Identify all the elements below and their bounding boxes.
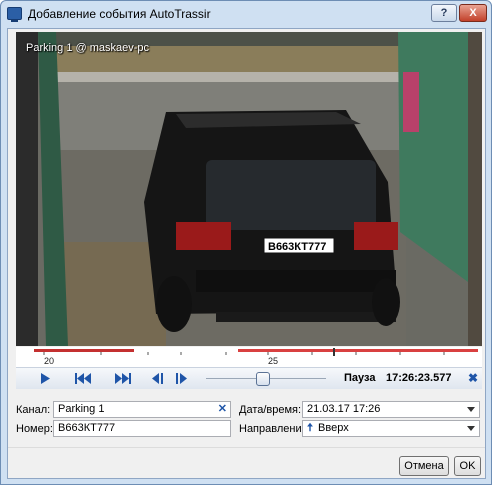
- clear-icon[interactable]: ✕: [218, 402, 227, 417]
- arrow-up-icon: 🠅: [307, 422, 314, 434]
- close-player-button[interactable]: ✖: [466, 371, 480, 385]
- timeline-bar[interactable]: 20 25: [16, 347, 482, 367]
- direction-label: Направление:: [239, 423, 311, 435]
- cancel-button[interactable]: Отмена: [399, 456, 449, 476]
- seek-slider-thumb[interactable]: [256, 372, 270, 386]
- datetime-dropdown[interactable]: 21.03.17 17:26: [302, 401, 480, 418]
- step-back-button[interactable]: [146, 371, 168, 387]
- play-button[interactable]: [34, 371, 56, 387]
- playback-controls: Пауза 17:26:23.577 ✖: [16, 367, 482, 389]
- button-bar: Отмена OK: [8, 447, 485, 478]
- chevron-down-icon: [467, 426, 475, 431]
- number-value: В663КТ777: [58, 422, 116, 434]
- dialog-window: Добавление события AutoTrassir ? X В663К…: [0, 0, 492, 485]
- skip-to-end-icon: [115, 373, 131, 384]
- channel-label: Канал:: [16, 404, 51, 416]
- timeline-tick-label: 20: [44, 356, 55, 366]
- channel-field[interactable]: Parking 1 ✕: [53, 401, 231, 418]
- step-forward-icon: [176, 373, 187, 384]
- number-field[interactable]: В663КТ777: [53, 420, 231, 437]
- close-window-button[interactable]: X: [459, 4, 487, 22]
- camera-overlay-text: Parking 1 @ maskaev-pc: [26, 42, 150, 54]
- skip-to-start-button[interactable]: [72, 371, 94, 387]
- skip-to-end-button[interactable]: [112, 371, 134, 387]
- close-icon: ✖: [467, 371, 479, 385]
- step-forward-button[interactable]: [171, 371, 193, 387]
- video-frame: В663КТ777 Parking 1 @ maskaev-pc: [16, 32, 482, 346]
- chevron-down-icon: [467, 407, 475, 412]
- channel-value: Parking 1: [58, 403, 105, 415]
- direction-value: Вверх: [318, 422, 349, 434]
- playback-state: Пауза: [344, 372, 376, 384]
- dialog-client-area: В663КТ777 Parking 1 @ maskaev-pc 20 25 П…: [7, 28, 486, 479]
- playback-time: 17:26:23.577: [386, 372, 452, 384]
- timeline-tick-label: 25: [268, 356, 279, 366]
- help-button[interactable]: ?: [431, 4, 457, 22]
- window-title: Добавление события AutoTrassir: [28, 7, 211, 21]
- number-label: Номер:: [16, 423, 53, 435]
- camera-image: В663КТ777: [16, 32, 482, 346]
- license-plate-text: В663КТ777: [268, 241, 326, 253]
- app-icon: [7, 7, 22, 22]
- datetime-value: 21.03.17 17:26: [307, 403, 381, 415]
- play-icon: [41, 373, 50, 384]
- datetime-label: Дата/время:: [239, 404, 302, 416]
- ok-button[interactable]: OK: [454, 456, 481, 476]
- direction-dropdown[interactable]: 🠅 Вверх: [302, 420, 480, 437]
- step-back-icon: [152, 373, 163, 384]
- title-bar[interactable]: Добавление события AutoTrassir ? X: [1, 1, 491, 28]
- timeline-graph: [16, 347, 482, 367]
- skip-to-start-icon: [75, 373, 91, 384]
